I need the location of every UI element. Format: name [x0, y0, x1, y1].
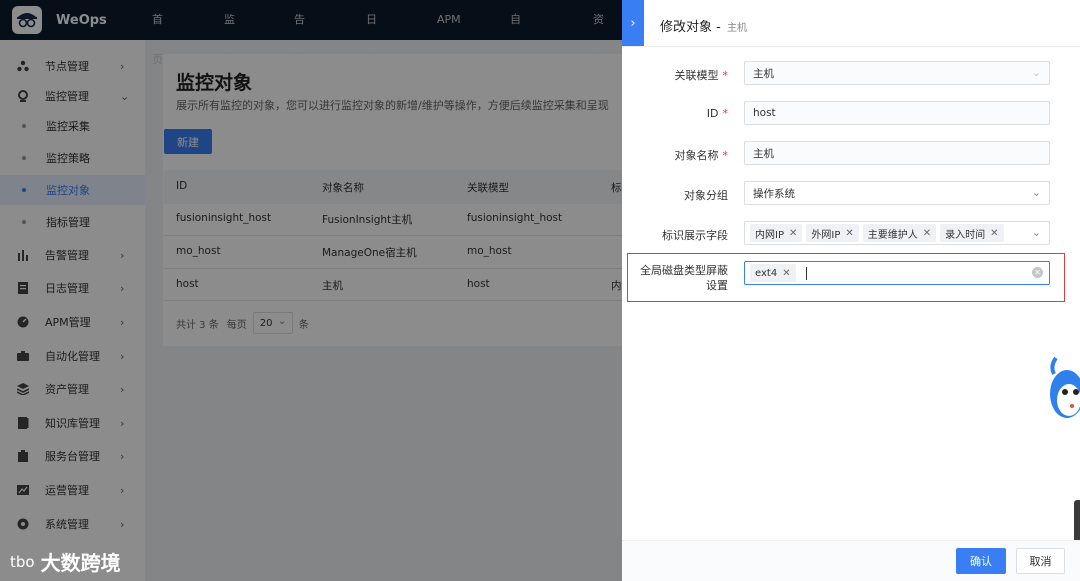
field-label-display-fields: 标识展示字段	[662, 229, 728, 242]
drawer-collapse-button[interactable]: ›	[622, 0, 644, 46]
cancel-button[interactable]: 取消	[1016, 548, 1065, 574]
required-mark: *	[722, 69, 729, 82]
confirm-button[interactable]: 确认	[956, 548, 1006, 574]
modal-overlay[interactable]	[0, 0, 622, 581]
drawer-title: 修改对象 - 主机	[660, 16, 747, 35]
close-icon[interactable]: ✕	[782, 268, 790, 279]
close-icon[interactable]: ✕	[845, 228, 853, 239]
object-name-input[interactable]: 主机	[744, 141, 1050, 165]
close-icon[interactable]: ✕	[789, 228, 797, 239]
tag: 内网IP ✕	[750, 224, 803, 242]
object-group-value: 操作系统	[753, 187, 795, 200]
watermark-logo: tbo	[10, 552, 35, 571]
required-mark: *	[722, 149, 729, 162]
model-value: 主机	[753, 67, 774, 80]
chevron-down-icon: ⌄	[1031, 66, 1041, 79]
tag: ext4 ✕	[750, 264, 796, 282]
tag: 主要维护人 ✕	[862, 224, 937, 242]
divider	[622, 46, 1080, 47]
display-fields-select[interactable]: 内网IP ✕ 外网IP ✕ 主要维护人 ✕ 录入时间 ✕ ⌄	[744, 221, 1050, 245]
drawer-subtitle: 主机	[726, 23, 747, 34]
text-cursor	[805, 266, 807, 280]
object-name-value: 主机	[753, 147, 774, 160]
disk-type-mask-input[interactable]: ext4 ✕ ✕	[744, 261, 1050, 285]
field-label-disk-mask: 全局磁盘类型屏蔽 设置	[640, 264, 728, 292]
chevron-right-icon: ›	[630, 15, 636, 31]
field-label-model: 关联模型 *	[674, 69, 729, 82]
required-mark: *	[722, 107, 729, 120]
drawer-footer	[622, 540, 1080, 581]
watermark: tbo 大数跨境	[10, 547, 121, 576]
clear-icon[interactable]: ✕	[1032, 267, 1043, 278]
object-group-select[interactable]: 操作系统 ⌄	[744, 181, 1050, 205]
chevron-down-icon: ⌄	[1031, 186, 1041, 199]
field-label-name: 对象名称 *	[674, 149, 729, 162]
close-icon[interactable]: ✕	[990, 228, 998, 239]
watermark-text: 大数跨境	[40, 551, 121, 575]
mascot-icon[interactable]	[1034, 354, 1080, 424]
model-select[interactable]: 主机 ⌄	[744, 61, 1050, 85]
chevron-down-icon: ⌄	[1031, 226, 1041, 239]
id-input[interactable]: host	[744, 101, 1050, 125]
edit-object-drawer: › 修改对象 - 主机 关联模型 * 主机 ⌄ ID * host 对象名称 * 主机…	[622, 0, 1080, 581]
close-icon[interactable]: ✕	[923, 228, 931, 239]
field-label-id: ID *	[706, 107, 729, 120]
tag: 外网IP ✕	[806, 224, 859, 242]
drawer-title-text: 修改对象 -	[660, 20, 721, 35]
field-label-group: 对象分组	[684, 189, 728, 202]
tag: 录入时间 ✕	[940, 224, 1004, 242]
id-value: host	[753, 107, 776, 119]
